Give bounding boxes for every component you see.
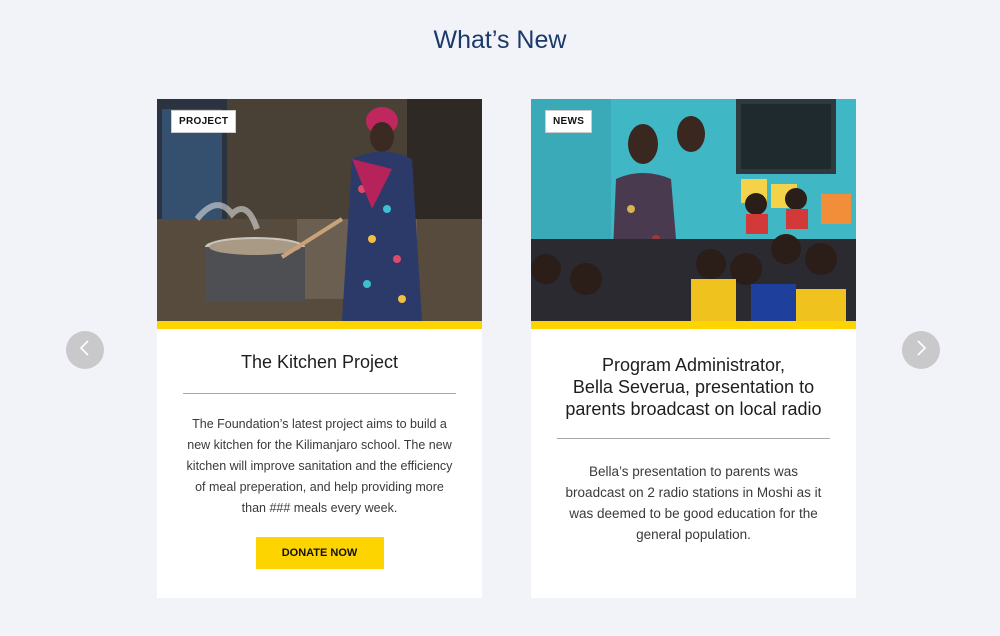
divider	[557, 438, 830, 439]
category-tag: NEWS	[545, 110, 593, 133]
carousel-next-button[interactable]	[902, 331, 940, 369]
category-tag: PROJECT	[171, 110, 237, 133]
accent-bar	[157, 321, 482, 329]
card-image-classroom: NEWS	[531, 99, 856, 321]
card-title-line: parents broadcast on local radio	[565, 399, 822, 419]
chevron-right-icon	[913, 339, 929, 361]
accent-bar	[531, 321, 856, 329]
news-card-radio-broadcast[interactable]: NEWS Program Administrator, Bella Severu…	[531, 99, 856, 598]
section-title: What’s New	[433, 26, 567, 54]
card-image-kitchen: PROJECT	[157, 99, 482, 321]
card-description: The Foundation’s latest project aims to …	[186, 417, 453, 515]
card-title-line: Program Administrator,	[601, 355, 786, 375]
carousel-prev-button[interactable]	[66, 331, 104, 369]
card-title: The Kitchen Project	[240, 352, 399, 372]
card-title-line: Bella Severua, presentation to	[572, 377, 815, 397]
news-card-kitchen-project[interactable]: PROJECT The Kitchen Project The Foundati…	[157, 99, 482, 598]
card-description: Bella’s presentation to parents was broa…	[565, 464, 822, 542]
divider	[183, 393, 456, 394]
donate-now-button[interactable]: DONATE NOW	[255, 537, 384, 569]
card-title: Program Administrator, Bella Severua, pr…	[551, 354, 836, 420]
chevron-left-icon	[77, 339, 93, 361]
